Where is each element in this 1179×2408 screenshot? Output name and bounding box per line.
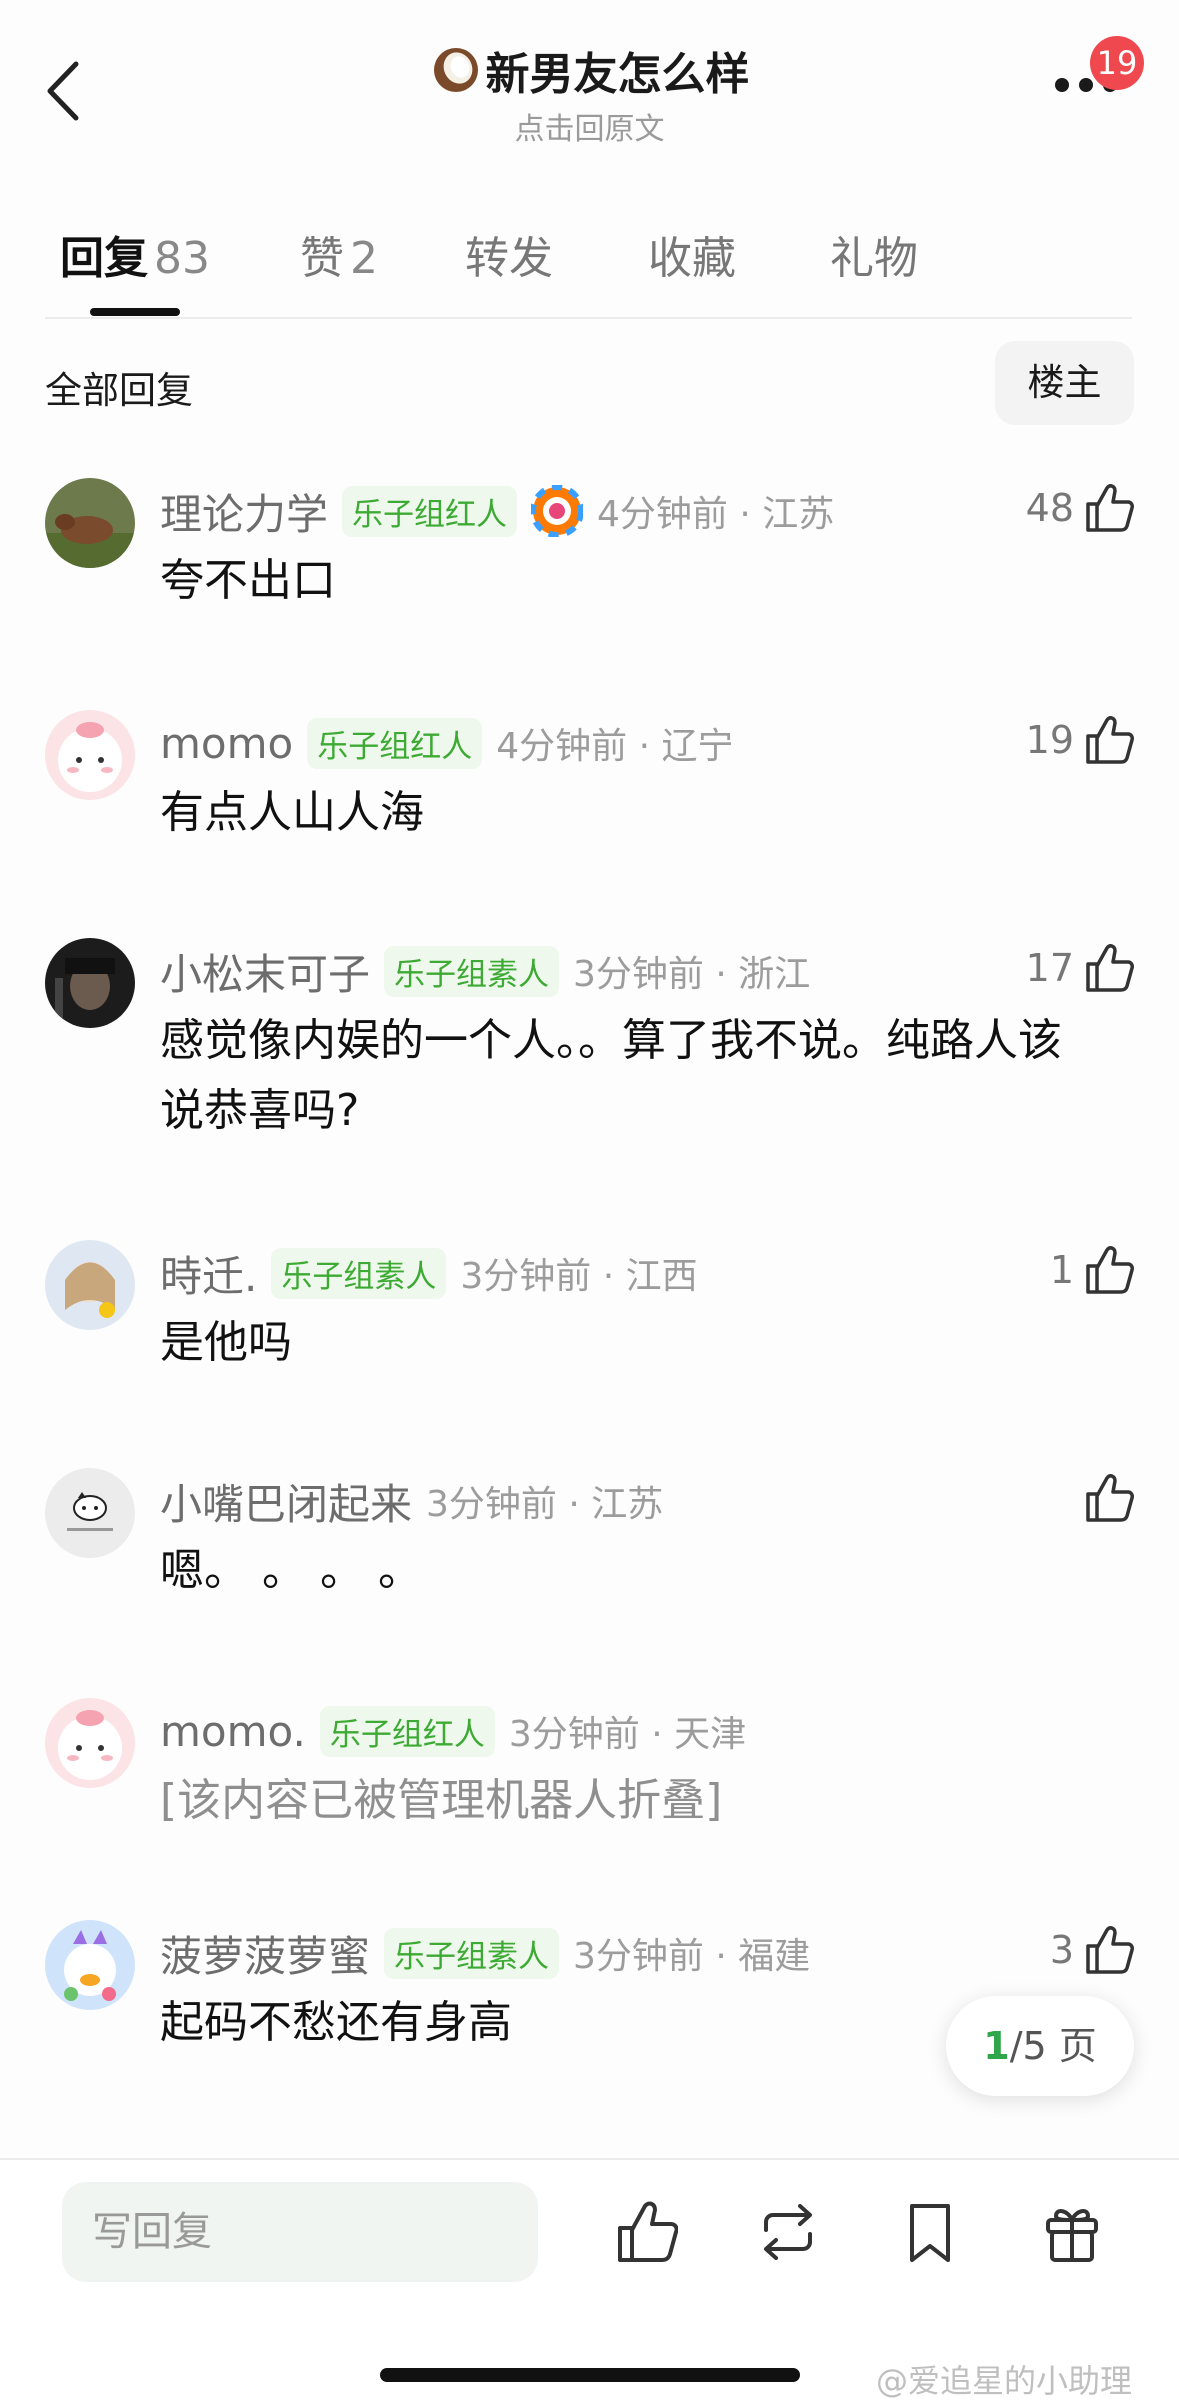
header: 新男友怎么样 点击回原文 19 — [0, 0, 1179, 180]
comment-meta: 時迁. 乐子组素人 3分钟前 · 江西 — [160, 1245, 698, 1301]
thumbs-up-icon — [1086, 1474, 1134, 1522]
comment-time-location: 3分钟前 · 浙江 — [573, 954, 811, 995]
like-button[interactable]: 3 — [1050, 1920, 1134, 1980]
comment-meta: 菠萝菠萝蜜 乐子组素人 3分钟前 · 福建 — [160, 1925, 810, 1981]
like-button[interactable]: 17 — [1026, 938, 1134, 998]
thumbs-up-icon — [1086, 944, 1134, 992]
watermark: @爱追星的小助理 — [876, 2362, 1133, 2400]
like-button[interactable] — [1084, 1468, 1134, 1528]
like-count: 17 — [1025, 946, 1074, 990]
tab-gifts[interactable]: 礼物 — [830, 222, 918, 286]
comment-time-location: 3分钟前 · 天津 — [508, 1714, 747, 1755]
total-pages: /5 页 — [1009, 2024, 1097, 2068]
tab-label: 赞 — [300, 233, 344, 284]
tab-favorites[interactable]: 收藏 — [648, 222, 736, 286]
current-page: 1 — [983, 2024, 1010, 2068]
back-to-post-hint[interactable]: 点击回原文 — [0, 104, 1179, 148]
avatar[interactable] — [45, 1468, 135, 1558]
like-count: 19 — [1025, 718, 1074, 762]
username[interactable]: 時迁. — [160, 1243, 257, 1304]
medal-icon — [531, 485, 584, 537]
comment-meta: momo. 乐子组红人 3分钟前 · 天津 — [160, 1703, 746, 1759]
username[interactable]: 小嘴巴闭起来 — [160, 1471, 412, 1532]
username[interactable]: 小松末可子 — [160, 941, 370, 1002]
comment-text: 夸不出口 — [160, 555, 336, 606]
comment-meta: 理论力学 乐子组红人 4分钟前 · 江苏 — [160, 483, 834, 539]
divider — [45, 317, 1132, 319]
bookmark-icon[interactable] — [898, 2198, 962, 2266]
user-tag: 乐子组红人 — [319, 1705, 495, 1757]
like-count: 3 — [1049, 1928, 1074, 1972]
tab-likes[interactable]: 赞2 — [300, 222, 378, 286]
user-tag: 乐子组红人 — [307, 717, 483, 769]
comment-time-location: 4分钟前 · 江苏 — [597, 494, 835, 535]
comment-meta: 小嘴巴闭起来 3分钟前 · 江苏 — [160, 1473, 663, 1529]
tab-count: 83 — [154, 233, 210, 284]
comment-text: 嗯。 。 。 。 — [160, 1545, 422, 1596]
tab-label: 转发 — [465, 233, 553, 284]
tab-replies[interactable]: 回复 83 — [60, 222, 210, 286]
more-dot-icon — [1079, 78, 1093, 92]
comment-time-location: 3分钟前 · 江苏 — [426, 1484, 664, 1525]
username[interactable]: momo. — [160, 1707, 306, 1756]
coconut-icon — [433, 48, 478, 92]
like-count: 48 — [1025, 486, 1074, 530]
repost-icon[interactable] — [756, 2198, 820, 2266]
username[interactable]: 理论力学 — [160, 481, 328, 542]
avatar[interactable] — [45, 1240, 135, 1330]
page-indicator[interactable]: 1/5 页 — [946, 1996, 1134, 2096]
comment-text: 感觉像内娱的一个人。。算了我不说。纯路人该说恭喜吗? — [160, 1015, 1062, 1136]
avatar[interactable] — [45, 1698, 135, 1788]
page-title: 新男友怎么样 — [485, 49, 750, 100]
comment-meta: momo 乐子组红人 4分钟前 · 辽宁 — [160, 715, 733, 771]
tab-label: 收藏 — [648, 233, 736, 284]
thumbs-up-icon — [1086, 1926, 1134, 1974]
tab-label: 回复 — [60, 233, 148, 284]
comment-time-location: 3分钟前 · 福建 — [573, 1936, 811, 1977]
avatar[interactable] — [45, 938, 135, 1028]
like-count: 1 — [1049, 1248, 1074, 1292]
avatar[interactable] — [45, 710, 135, 800]
comment-time-location: 4分钟前 · 辽宁 — [496, 726, 734, 767]
home-indicator[interactable] — [380, 2368, 800, 2382]
active-tab-indicator — [90, 308, 180, 316]
more-dot-icon — [1055, 78, 1069, 92]
owner-only-button[interactable]: 楼主 — [995, 341, 1134, 425]
notification-badge: 19 — [1090, 36, 1144, 90]
like-button[interactable]: 1 — [1050, 1240, 1134, 1300]
thumbs-up-icon — [1086, 1246, 1134, 1294]
comment-text: 有点人山人海 — [160, 787, 424, 838]
thumbs-up-icon — [1086, 484, 1134, 532]
folded-comment-text: [该内容已被管理机器人折叠] — [160, 1775, 723, 1826]
reply-input[interactable]: 写回复 — [62, 2182, 538, 2282]
user-tag: 乐子组素人 — [384, 1927, 560, 1979]
tab-reposts[interactable]: 转发 — [465, 222, 553, 286]
user-tag: 乐子组素人 — [384, 945, 560, 997]
username[interactable]: momo — [160, 719, 293, 768]
avatar[interactable] — [45, 478, 135, 568]
post-title-area[interactable]: 新男友怎么样 点击回原文 — [0, 38, 1179, 148]
gift-icon[interactable] — [1040, 2198, 1104, 2266]
comment-meta: 小松末可子 乐子组素人 3分钟前 · 浙江 — [160, 943, 810, 999]
comment-text: 是他吗 — [160, 1317, 292, 1368]
like-button[interactable]: 48 — [1026, 478, 1134, 538]
tab-count: 2 — [350, 233, 378, 284]
user-tag: 乐子组素人 — [271, 1247, 447, 1299]
comment-time-location: 3分钟前 · 江西 — [460, 1256, 698, 1297]
avatar[interactable] — [45, 1920, 135, 2010]
all-replies-label: 全部回复 — [45, 369, 193, 412]
user-tag: 乐子组红人 — [342, 485, 518, 537]
thumbs-up-icon — [1086, 716, 1134, 764]
username[interactable]: 菠萝菠萝蜜 — [160, 1923, 370, 1984]
like-button[interactable]: 19 — [1026, 710, 1134, 770]
like-icon[interactable] — [614, 2198, 678, 2266]
tab-label: 礼物 — [830, 233, 918, 284]
